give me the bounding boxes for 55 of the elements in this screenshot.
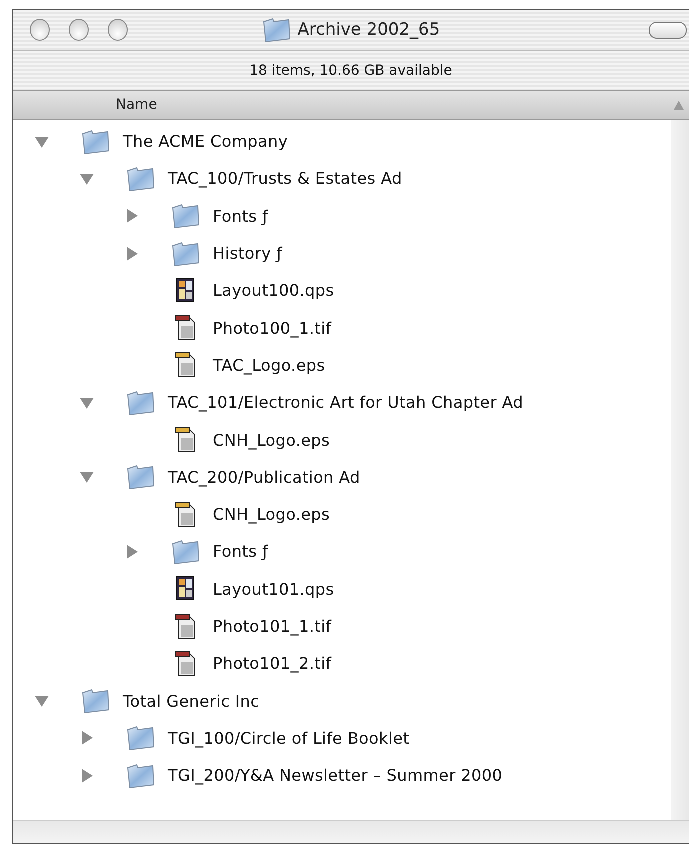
item-name: The ACME Company bbox=[123, 132, 288, 152]
folder-icon bbox=[81, 128, 111, 155]
item-name: TAC_101/Electronic Art for Utah Chapter Ad bbox=[168, 393, 524, 412]
folder-icon bbox=[171, 538, 201, 565]
collapsed-triangle-icon[interactable] bbox=[125, 209, 139, 224]
item-name: Photo101_1.tif bbox=[213, 617, 332, 636]
item-name: Layout100.qps bbox=[213, 281, 334, 300]
collapsed-triangle-icon[interactable] bbox=[80, 768, 94, 783]
folder-icon bbox=[126, 762, 156, 789]
folder-icon bbox=[171, 203, 201, 230]
minimize-button[interactable] bbox=[69, 19, 89, 41]
item-name: History ƒ bbox=[213, 244, 282, 264]
item-name: Fonts ƒ bbox=[213, 206, 268, 226]
folder-icon bbox=[171, 240, 201, 267]
item-name: Photo100_1.tif bbox=[213, 318, 332, 338]
item-name: TAC_200/Publication Ad bbox=[168, 468, 360, 487]
window-title: Archive 2002_65 bbox=[298, 20, 440, 40]
item-name: TAC_100/Trusts & Estates Ad bbox=[168, 169, 402, 188]
item-name: Fonts ƒ bbox=[213, 542, 268, 562]
item-name: CNH_Logo.eps bbox=[213, 505, 330, 524]
folder-icon bbox=[126, 464, 156, 490]
item-name: Layout101.qps bbox=[213, 580, 334, 599]
graphic-document-icon bbox=[175, 502, 197, 528]
photo-document-icon bbox=[175, 315, 197, 342]
item-name: CNH_Logo.eps bbox=[213, 430, 330, 450]
folder-icon bbox=[81, 688, 111, 714]
expanded-triangle-icon[interactable] bbox=[80, 172, 94, 186]
status-text: 18 items, 10.66 GB available bbox=[250, 62, 452, 78]
expanded-triangle-icon[interactable] bbox=[35, 694, 49, 708]
collapsed-triangle-icon[interactable] bbox=[125, 544, 139, 559]
layout-document-icon bbox=[175, 576, 197, 602]
graphic-document-icon bbox=[175, 352, 197, 378]
photo-document-icon bbox=[175, 650, 197, 677]
folder-icon bbox=[262, 17, 292, 43]
expanded-triangle-icon[interactable] bbox=[80, 470, 94, 484]
collapsed-triangle-icon[interactable] bbox=[80, 731, 94, 746]
item-name: Photo101_2.tif bbox=[213, 654, 332, 674]
zoom-button[interactable] bbox=[108, 19, 128, 41]
expanded-triangle-icon[interactable] bbox=[80, 396, 94, 410]
photo-document-icon bbox=[175, 614, 197, 640]
close-button[interactable] bbox=[30, 19, 50, 41]
item-name: TGI_100/Circle of Life Booklet bbox=[168, 728, 410, 748]
folder-icon bbox=[126, 725, 156, 752]
expanded-triangle-icon[interactable] bbox=[35, 134, 49, 149]
graphic-document-icon bbox=[175, 427, 197, 454]
collapsed-triangle-icon[interactable] bbox=[125, 246, 139, 261]
toolbar-toggle-button[interactable] bbox=[649, 22, 687, 39]
layout-document-icon bbox=[175, 278, 197, 304]
item-name: TGI_200/Y&A Newsletter – Summer 2000 bbox=[168, 766, 503, 786]
column-header[interactable]: Name bbox=[13, 91, 689, 120]
folder-icon bbox=[126, 390, 156, 416]
item-name: Total Generic Inc bbox=[123, 692, 260, 711]
folder-icon bbox=[126, 166, 156, 192]
scroll-bar[interactable] bbox=[671, 120, 689, 820]
item-name: TAC_Logo.eps bbox=[213, 356, 326, 375]
